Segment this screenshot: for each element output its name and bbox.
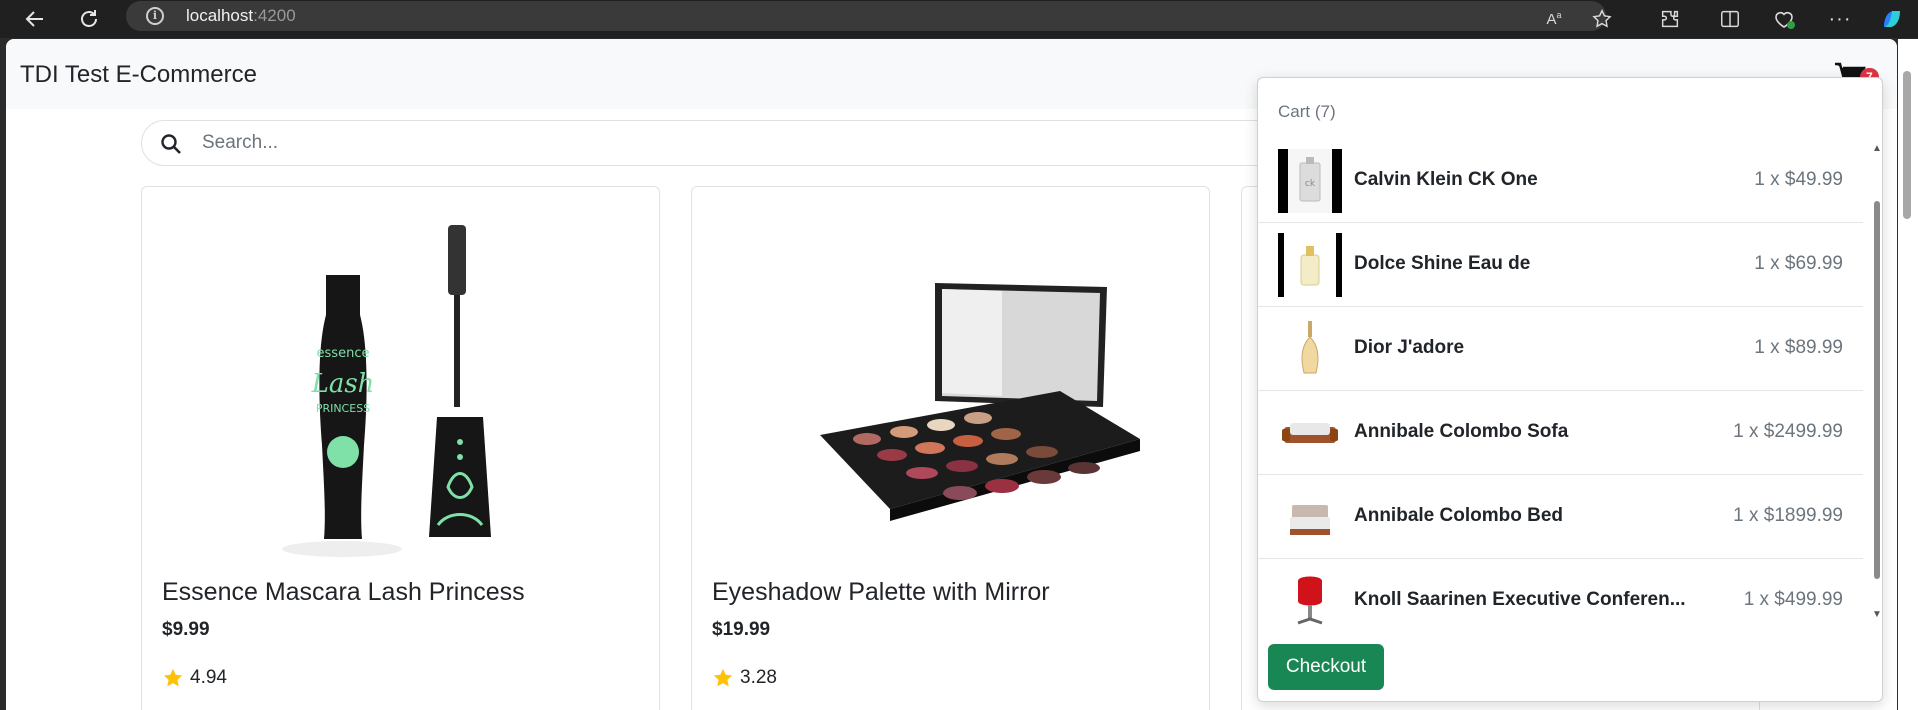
cart-item-image (1278, 569, 1342, 633)
cart-item-name: Knoll Saarinen Executive Conferen... (1354, 589, 1686, 610)
product-price: $9.99 (162, 619, 210, 640)
checkout-button[interactable]: Checkout (1268, 644, 1384, 690)
product-image-mascara: essence Lash PRINCESS (142, 187, 659, 567)
cart-item-image (1278, 485, 1342, 549)
svg-text:PRINCESS: PRINCESS (316, 402, 370, 415)
site-info-icon[interactable]: i (146, 7, 164, 25)
svg-text:ck: ck (1305, 179, 1316, 189)
extensions-icon[interactable] (1656, 5, 1684, 33)
svg-text:Lash: Lash (311, 369, 375, 399)
cart-header: Cart (7) (1278, 102, 1336, 121)
dropdown-scroll-up-icon[interactable]: ▲ (1872, 143, 1882, 154)
cart-item-qty: 1 x $2499.99 (1733, 421, 1843, 442)
favorite-star-icon[interactable] (1588, 5, 1616, 33)
cart-item[interactable]: Knoll Saarinen Executive Conferen... 1 x… (1258, 559, 1863, 633)
address-bar[interactable]: i localhost:4200 (126, 1, 1606, 31)
cart-item-image (1278, 233, 1342, 297)
brand-title[interactable]: TDI Test E-Commerce (20, 61, 257, 89)
rating-value: 3.28 (740, 667, 777, 688)
product-rating: 3.28 (712, 667, 777, 689)
star-icon (163, 668, 183, 687)
cart-item[interactable]: Dior J'adore 1 x $89.99 (1258, 307, 1863, 391)
refresh-icon[interactable] (74, 4, 104, 34)
search-icon (161, 134, 181, 154)
cart-item-name: Dolce Shine Eau de (1354, 253, 1531, 274)
cart-item-qty: 1 x $499.99 (1743, 589, 1843, 610)
product-image-eyeshadow-palette (692, 187, 1209, 567)
more-menu-icon[interactable]: ··· (1826, 5, 1854, 33)
product-title[interactable]: Eyeshadow Palette with Mirror (712, 578, 1050, 607)
read-aloud-icon[interactable]: Aa (1540, 5, 1568, 33)
cart-item[interactable]: Annibale Colombo Bed 1 x $1899.99 (1258, 475, 1863, 559)
cart-item-qty: 1 x $49.99 (1754, 169, 1843, 190)
page: TDI Test E-Commerce 7 essence Lash PRINC… (6, 39, 1897, 710)
cart-item-image (1278, 401, 1342, 465)
page-scrollbar-thumb[interactable] (1903, 71, 1911, 219)
cart-dropdown: Cart (7) ck Calvin Klein CK One 1 x $49.… (1257, 77, 1883, 702)
svg-text:essence: essence (317, 346, 370, 361)
cart-item-name: Annibale Colombo Sofa (1354, 421, 1569, 442)
back-icon[interactable] (20, 4, 50, 34)
cart-items-list: ck Calvin Klein CK One 1 x $49.99 Dolce … (1258, 139, 1863, 633)
cart-item[interactable]: Annibale Colombo Sofa 1 x $2499.99 (1258, 391, 1863, 475)
cart-item-qty: 1 x $69.99 (1754, 253, 1843, 274)
dropdown-scrollbar-thumb[interactable] (1874, 201, 1880, 579)
product-rating: 4.94 (162, 667, 227, 689)
cart-item[interactable]: Dolce Shine Eau de 1 x $69.99 (1258, 223, 1863, 307)
browser-toolbar: i localhost:4200 Aa ··· (0, 0, 1918, 38)
product-card[interactable]: Eyeshadow Palette with Mirror $19.99 3.2… (691, 186, 1210, 710)
product-price: $19.99 (712, 619, 771, 640)
split-screen-icon[interactable] (1716, 5, 1744, 33)
product-title[interactable]: Essence Mascara Lash Princess (162, 578, 525, 607)
search-input[interactable] (202, 129, 1302, 157)
product-card[interactable]: essence Lash PRINCESS Essence Mascara La… (141, 186, 660, 710)
copilot-icon[interactable] (1878, 5, 1906, 33)
url-text: localhost:4200 (186, 6, 296, 25)
browser-essentials-icon[interactable] (1770, 5, 1798, 33)
cart-item-image (1278, 317, 1342, 381)
star-icon (713, 668, 733, 687)
cart-item-qty: 1 x $1899.99 (1733, 505, 1843, 526)
rating-value: 4.94 (190, 667, 227, 688)
cart-item-name: Dior J'adore (1354, 337, 1465, 358)
cart-item-image: ck (1278, 149, 1342, 213)
cart-item[interactable]: ck Calvin Klein CK One 1 x $49.99 (1258, 139, 1863, 223)
cart-item-name: Annibale Colombo Bed (1354, 505, 1563, 526)
cart-item-name: Calvin Klein CK One (1354, 169, 1538, 190)
dropdown-scroll-down-icon[interactable]: ▼ (1872, 609, 1882, 620)
cart-item-qty: 1 x $89.99 (1754, 337, 1843, 358)
page-scrollbar[interactable] (1898, 39, 1918, 710)
